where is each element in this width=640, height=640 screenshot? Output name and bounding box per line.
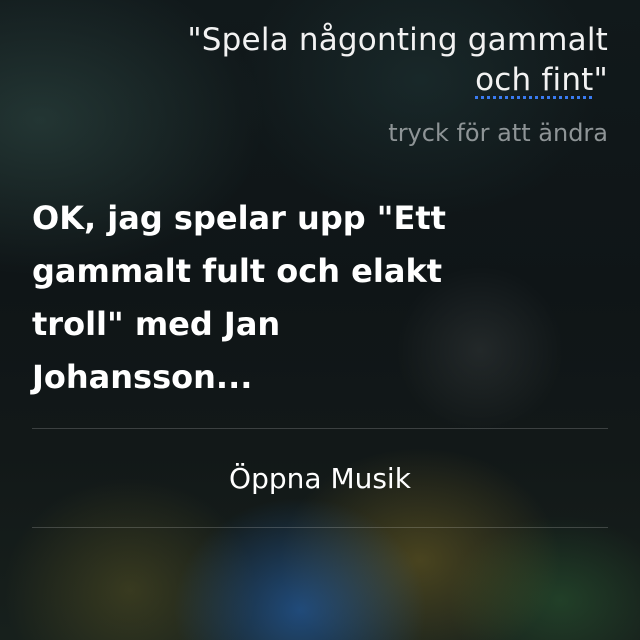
query-corrected-words[interactable]: och fint: [475, 62, 593, 98]
query-line-2: och fint": [48, 60, 608, 100]
response-line-1: OK, jag spelar upp "Ett: [32, 199, 446, 237]
response-line-3: troll" med Jan: [32, 305, 281, 343]
spoken-query[interactable]: "Spela någonting gammalt och fint": [48, 20, 608, 100]
siri-response: OK, jag spelar upp "Ett gammalt fult och…: [32, 192, 502, 404]
tap-to-edit-hint[interactable]: tryck för att ändra: [388, 117, 608, 149]
query-line-1: "Spela någonting gammalt: [187, 22, 608, 58]
query-closing-quote: ": [593, 62, 608, 98]
divider-bottom: [32, 527, 608, 528]
open-music-button[interactable]: Öppna Musik: [32, 429, 608, 527]
response-line-4: Johansson...: [32, 358, 253, 396]
siri-screen: "Spela någonting gammalt och fint" tryck…: [0, 0, 640, 640]
response-line-2: gammalt fult och elakt: [32, 252, 443, 290]
